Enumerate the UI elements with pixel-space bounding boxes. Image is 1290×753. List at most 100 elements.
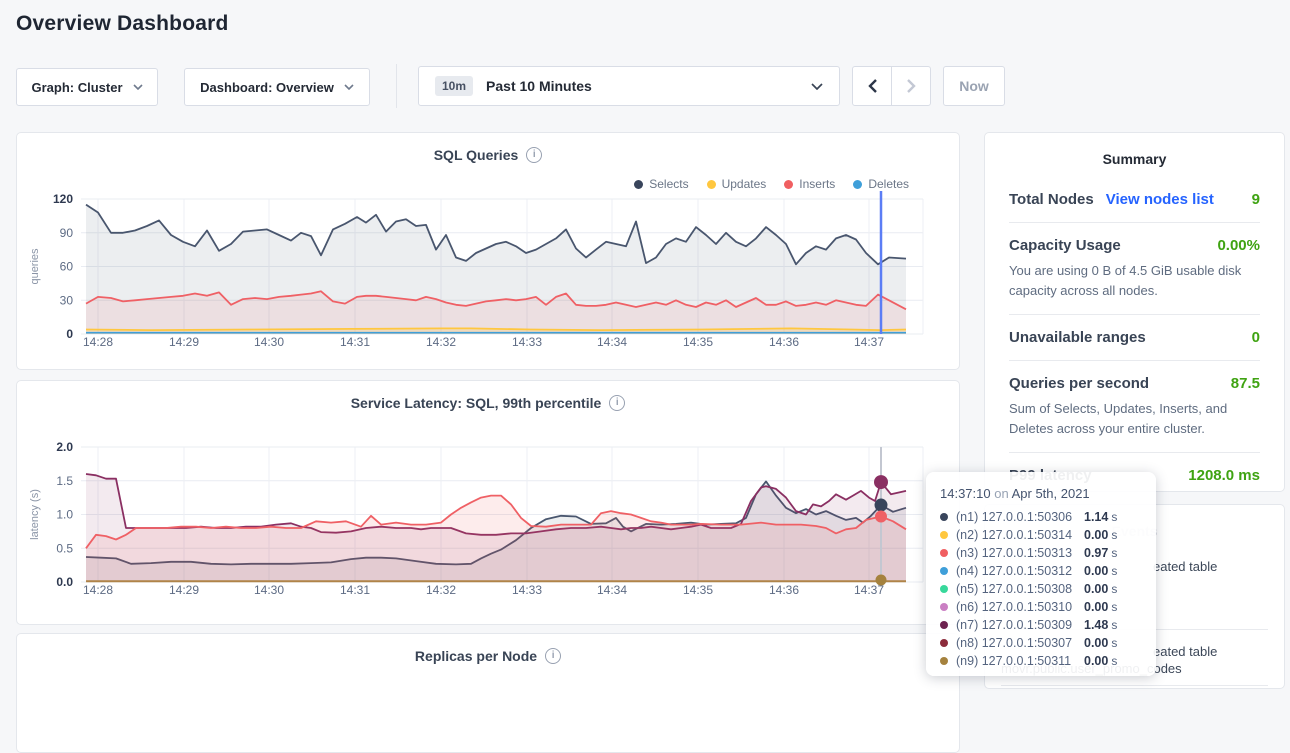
replicas-per-node-title: Replicas per Node (415, 648, 537, 664)
event-row: eated table (1153, 559, 1217, 574)
node-latency-value: 0.00 (1084, 636, 1108, 650)
now-button[interactable]: Now (943, 66, 1005, 106)
time-forward-button[interactable] (891, 67, 930, 105)
node-latency-unit: s (1111, 546, 1117, 560)
page-title: Overview Dashboard (16, 12, 229, 36)
service-latency-chart[interactable]: 0.00.51.01.52.014:2814:2914:3014:3114:32… (17, 381, 961, 626)
divider (1009, 222, 1260, 223)
y-tick-label: 90 (60, 226, 74, 240)
x-tick-label: 14:32 (426, 335, 456, 349)
x-tick-label: 14:28 (83, 335, 113, 349)
node-address: (n1) 127.0.0.1:50306 (956, 510, 1084, 524)
view-nodes-list-link[interactable]: View nodes list (1106, 191, 1214, 208)
node-address: (n5) 127.0.0.1:50308 (956, 582, 1084, 596)
sql-queries-chart[interactable]: 030609012014:2814:2914:3014:3114:3214:33… (17, 133, 961, 371)
x-tick-label: 14:31 (340, 583, 370, 597)
node-latency-value: 0.00 (1084, 528, 1108, 542)
hover-marker (875, 511, 887, 523)
capacity-usage-row: Capacity Usage 0.00% (1009, 237, 1260, 254)
toolbar-divider (396, 64, 397, 108)
tooltip-on: on (994, 486, 1008, 501)
x-tick-label: 14:34 (597, 583, 627, 597)
x-tick-label: 14:33 (512, 335, 542, 349)
y-tick-label: 1.5 (56, 474, 73, 488)
node-latency-value: 0.00 (1084, 582, 1108, 596)
chart-tooltip: 14:37:10 on Apr 5th, 2021 (n1) 127.0.0.1… (926, 472, 1156, 676)
node-latency-unit: s (1111, 600, 1117, 614)
tooltip-rows: (n1) 127.0.0.1:503061.14s(n2) 127.0.0.1:… (926, 508, 1156, 670)
tooltip-date: Apr 5th, 2021 (1012, 486, 1090, 501)
y-tick-label: 30 (60, 293, 74, 307)
replicas-per-node-panel: Replicas per Node i (16, 633, 960, 753)
x-tick-label: 14:33 (512, 583, 542, 597)
chevron-left-icon (868, 79, 877, 93)
chevron-right-icon (907, 79, 916, 93)
node-color-dot (940, 567, 948, 575)
x-tick-label: 14:28 (83, 583, 113, 597)
y-tick-label: 120 (53, 192, 73, 206)
x-tick-label: 14:30 (254, 335, 284, 349)
node-address: (n4) 127.0.0.1:50312 (956, 564, 1084, 578)
queries-per-second-row: Queries per second 87.5 (1009, 375, 1260, 392)
tooltip-time: 14:37:10 (940, 486, 991, 501)
time-nav-group (852, 66, 931, 106)
dashboard-dropdown[interactable]: Dashboard: Overview (184, 68, 370, 106)
node-latency-value: 0.00 (1084, 654, 1108, 668)
node-address: (n6) 127.0.0.1:50310 (956, 600, 1084, 614)
unavailable-ranges-label: Unavailable ranges (1009, 329, 1146, 346)
tooltip-timestamp: 14:37:10 on Apr 5th, 2021 (926, 482, 1156, 508)
unavailable-ranges-row: Unavailable ranges 0 (1009, 329, 1260, 346)
node-latency-unit: s (1111, 654, 1117, 668)
divider (1009, 360, 1260, 361)
node-latency-unit: s (1111, 582, 1117, 596)
queries-per-second-label: Queries per second (1009, 375, 1149, 392)
chevron-down-icon (344, 84, 354, 90)
time-range-dropdown[interactable]: 10m Past 10 Minutes (418, 66, 840, 106)
divider (1001, 685, 1268, 686)
node-color-dot (940, 657, 948, 665)
divider (1009, 452, 1260, 453)
chevron-down-icon (811, 83, 823, 90)
x-tick-label: 14:29 (169, 583, 199, 597)
summary-title: Summary (1009, 151, 1260, 167)
node-address: (n7) 127.0.0.1:50309 (956, 618, 1084, 632)
node-color-dot (940, 585, 948, 593)
x-tick-label: 14:30 (254, 583, 284, 597)
total-nodes-row: Total Nodes View nodes list 9 (1009, 191, 1260, 208)
tooltip-node-row: (n2) 127.0.0.1:503140.00s (926, 526, 1156, 544)
graph-dropdown[interactable]: Graph: Cluster (16, 68, 158, 106)
node-color-dot (940, 603, 948, 611)
tooltip-node-row: (n8) 127.0.0.1:503070.00s (926, 634, 1156, 652)
node-latency-value: 1.48 (1084, 618, 1108, 632)
tooltip-node-row: (n9) 127.0.0.1:503110.00s (926, 652, 1156, 670)
x-tick-label: 14:36 (769, 335, 799, 349)
y-axis-unit-label: queries (29, 248, 41, 285)
tooltip-node-row: (n1) 127.0.0.1:503061.14s (926, 508, 1156, 526)
tooltip-node-row: (n4) 127.0.0.1:503120.00s (926, 562, 1156, 580)
divider (1009, 314, 1260, 315)
event-row: eated table (1153, 644, 1217, 659)
y-tick-label: 60 (60, 260, 74, 274)
sql-queries-panel: SQL Queries i SelectsUpdatesInsertsDelet… (16, 132, 960, 370)
y-tick-label: 2.0 (56, 440, 73, 454)
capacity-usage-description: You are using 0 B of 4.5 GiB usable disk… (1009, 261, 1260, 300)
node-latency-unit: s (1111, 636, 1117, 650)
summary-panel: Summary Total Nodes View nodes list 9 Ca… (984, 132, 1285, 492)
node-color-dot (940, 513, 948, 521)
p99-latency-value: 1208.0 ms (1188, 467, 1260, 484)
total-nodes-value: 9 (1252, 191, 1260, 208)
node-latency-unit: s (1111, 618, 1117, 632)
time-range-badge: 10m (435, 76, 473, 96)
node-color-dot (940, 549, 948, 557)
tooltip-node-row: (n3) 127.0.0.1:503130.97s (926, 544, 1156, 562)
y-axis-unit-label: latency (s) (29, 489, 41, 540)
time-range-label: Past 10 Minutes (486, 78, 592, 94)
x-tick-label: 14:36 (769, 583, 799, 597)
hover-marker (876, 574, 887, 585)
node-address: (n3) 127.0.0.1:50313 (956, 546, 1084, 560)
hover-marker (874, 475, 888, 489)
time-back-button[interactable] (853, 67, 891, 105)
tooltip-node-row: (n6) 127.0.0.1:503100.00s (926, 598, 1156, 616)
node-address: (n8) 127.0.0.1:50307 (956, 636, 1084, 650)
info-icon[interactable]: i (545, 648, 561, 664)
